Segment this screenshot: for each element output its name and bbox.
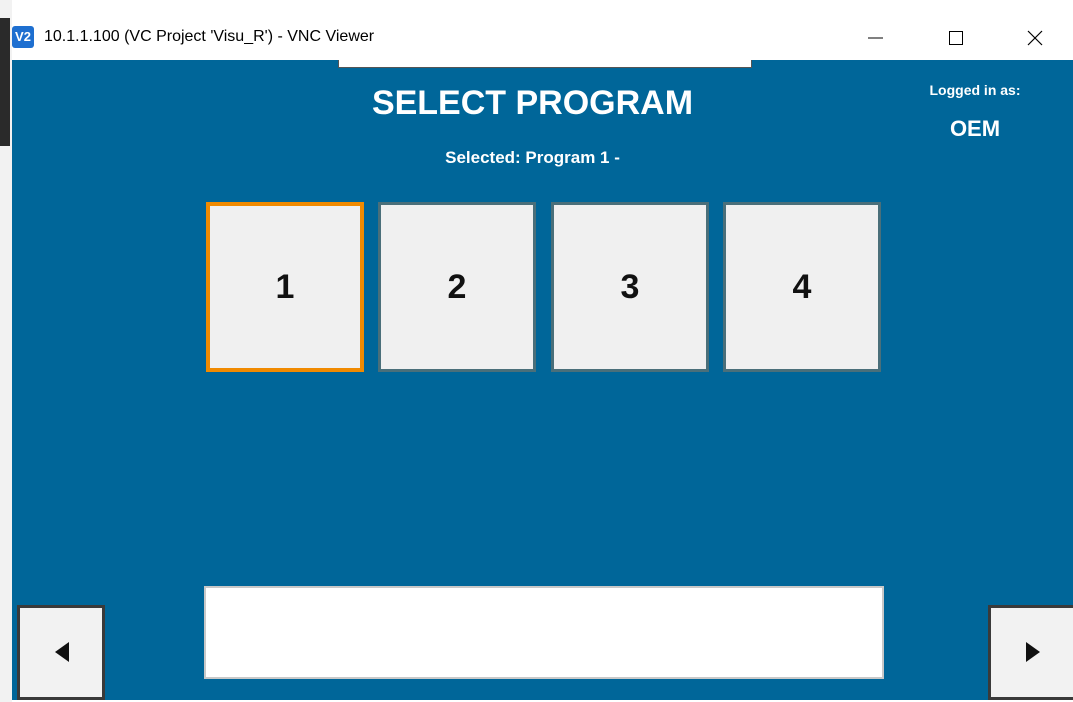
selected-program-status: Selected: Program 1 - — [445, 148, 620, 167]
maximize-icon — [949, 31, 963, 45]
message-box — [204, 586, 884, 679]
program-button-label: 2 — [447, 267, 467, 306]
background-window-edge — [0, 18, 10, 146]
minimize-button[interactable] — [853, 20, 899, 56]
program-button-2[interactable]: 2 — [378, 202, 536, 372]
program-button-label: 3 — [620, 267, 640, 306]
window-title: 10.1.1.100 (VC Project 'Visu_R') - VNC V… — [44, 28, 375, 45]
program-button-3[interactable]: 3 — [551, 202, 709, 372]
title-bar: V2 10.1.1.100 (VC Project 'Visu_R') - VN… — [12, 8, 1073, 60]
logged-in-label: Logged in as: — [929, 82, 1021, 98]
close-button[interactable] — [1012, 20, 1058, 56]
maximize-button[interactable] — [933, 20, 979, 56]
triangle-right-icon — [1026, 642, 1040, 662]
program-button-1[interactable]: 1 — [206, 202, 364, 372]
program-button-label: 4 — [792, 267, 812, 306]
next-page-button[interactable] — [988, 605, 1073, 700]
minimize-icon — [868, 37, 883, 39]
background-window-strip — [0, 0, 12, 702]
triangle-left-icon — [55, 642, 69, 662]
vnc-app-icon: V2 — [12, 26, 34, 48]
hmi-screen: SELECT PROGRAM Selected: Program 1 - Log… — [12, 60, 1073, 700]
logged-in-user: OEM — [949, 116, 1001, 141]
top-tab — [338, 60, 752, 68]
close-icon — [1027, 30, 1043, 46]
previous-page-button[interactable] — [17, 605, 105, 700]
program-button-4[interactable]: 4 — [723, 202, 881, 372]
program-button-label: 1 — [275, 267, 295, 306]
vnc-viewer-window: V2 10.1.1.100 (VC Project 'Visu_R') - VN… — [0, 0, 1073, 702]
